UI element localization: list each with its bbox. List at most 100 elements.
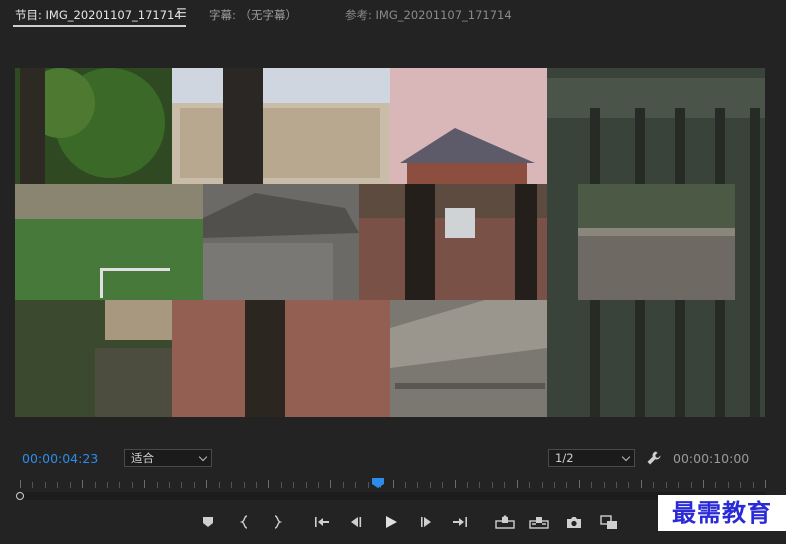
scrub-bar[interactable]	[20, 492, 766, 500]
ruler-tick	[281, 482, 282, 488]
duration-timecode: 00:00:10:00	[673, 451, 750, 466]
tab-captions[interactable]: 字幕: （无字幕）	[209, 7, 297, 23]
go-to-in-button[interactable]	[313, 513, 331, 531]
go-to-in-icon	[315, 517, 329, 527]
ruler-tick	[591, 482, 592, 488]
hamburger-icon[interactable]: ☰	[176, 6, 187, 20]
video-frame-image	[15, 68, 765, 417]
extract-button[interactable]	[528, 513, 550, 531]
go-to-out-icon	[453, 517, 467, 527]
ruler-tick	[231, 482, 232, 488]
lift-icon	[495, 515, 515, 529]
mark-out-icon	[274, 515, 282, 529]
ruler-tick	[169, 482, 170, 488]
ruler-tick	[604, 482, 605, 488]
ruler-tick	[144, 480, 145, 488]
ruler-tick	[405, 482, 406, 488]
playback-resolution-value: 1/2	[555, 451, 574, 465]
ruler-tick	[82, 480, 83, 488]
ruler-tick	[206, 480, 207, 488]
ruler-tick	[244, 482, 245, 488]
add-marker-button[interactable]	[199, 513, 217, 531]
ruler-tick	[119, 482, 120, 488]
ruler-tick	[318, 482, 319, 488]
ruler-tick	[368, 482, 369, 488]
ruler-tick	[728, 482, 729, 488]
ruler-tick	[554, 482, 555, 488]
ruler-tick	[566, 482, 567, 488]
playhead-handle[interactable]	[372, 478, 384, 488]
ruler-tick	[455, 480, 456, 488]
ruler-tick	[715, 482, 716, 488]
chevron-down-icon	[621, 452, 631, 462]
compare-icon	[600, 514, 617, 529]
extract-icon	[529, 517, 549, 529]
ruler-tick	[616, 482, 617, 488]
ruler-tick	[70, 482, 71, 488]
step-forward-button[interactable]	[418, 513, 436, 531]
ruler-tick	[343, 482, 344, 488]
ruler-tick	[430, 482, 431, 488]
active-tab-underline	[13, 25, 186, 27]
chevron-down-icon	[198, 452, 208, 462]
playback-resolution-dropdown[interactable]: 1/2	[548, 449, 635, 467]
ruler-tick	[504, 482, 505, 488]
compare-view-button[interactable]	[598, 513, 620, 531]
tab-program-monitor[interactable]: 节目: IMG_20201107_171714	[15, 7, 182, 23]
ruler-ticks	[20, 480, 766, 490]
ruler-tick	[467, 482, 468, 488]
ruler-tick	[194, 482, 195, 488]
ruler-tick	[256, 482, 257, 488]
lift-button[interactable]	[494, 513, 516, 531]
ruler-tick	[57, 482, 58, 488]
mark-in-button[interactable]	[236, 513, 254, 531]
ruler-tick	[492, 482, 493, 488]
time-ruler[interactable]	[16, 478, 766, 502]
ruler-tick	[293, 482, 294, 488]
ruler-tick	[330, 480, 331, 488]
ruler-tick	[417, 482, 418, 488]
ruler-tick	[753, 482, 754, 488]
panel-tab-bar: 节目: IMG_20201107_171714 ☰ 字幕: （无字幕） 参考: …	[0, 0, 786, 30]
ruler-tick	[479, 482, 480, 488]
camera-icon	[567, 516, 581, 528]
zoom-fit-dropdown[interactable]: 适合	[124, 449, 212, 467]
ruler-tick	[219, 482, 220, 488]
ruler-tick	[107, 482, 108, 488]
ruler-tick	[132, 482, 133, 488]
in-point-handle[interactable]	[16, 492, 24, 500]
ruler-tick	[653, 482, 654, 488]
ruler-tick	[529, 482, 530, 488]
current-timecode[interactable]: 00:00:04:23	[22, 451, 98, 466]
ruler-tick	[181, 482, 182, 488]
ruler-tick	[157, 482, 158, 488]
marker-icon	[203, 517, 213, 527]
go-to-out-button[interactable]	[451, 513, 469, 531]
ruler-tick	[20, 480, 21, 488]
play-icon	[386, 516, 397, 528]
ruler-tick	[45, 482, 46, 488]
ruler-tick	[393, 480, 394, 488]
ruler-tick	[691, 482, 692, 488]
ruler-tick	[355, 482, 356, 488]
program-video-frame[interactable]	[15, 68, 765, 417]
step-forward-icon	[421, 517, 431, 527]
ruler-tick	[678, 482, 679, 488]
zoom-fit-value: 适合	[131, 451, 154, 465]
ruler-tick	[740, 482, 741, 488]
watermark-logo: 最需教育	[658, 495, 786, 531]
ruler-tick	[442, 482, 443, 488]
ruler-tick	[641, 480, 642, 488]
mark-in-icon	[240, 515, 248, 529]
play-button[interactable]	[382, 513, 400, 531]
mark-out-button[interactable]	[268, 513, 286, 531]
ruler-tick	[628, 482, 629, 488]
tab-reference-monitor[interactable]: 参考: IMG_20201107_171714	[345, 7, 512, 23]
monitor-settings-row: 00:00:04:23 适合 1/2 00:00:10:00	[0, 447, 786, 471]
ruler-tick	[306, 482, 307, 488]
wrench-icon[interactable]	[646, 450, 662, 466]
export-frame-button[interactable]	[565, 513, 583, 531]
step-back-button[interactable]	[346, 513, 364, 531]
ruler-tick	[579, 480, 580, 488]
ruler-tick	[268, 480, 269, 488]
